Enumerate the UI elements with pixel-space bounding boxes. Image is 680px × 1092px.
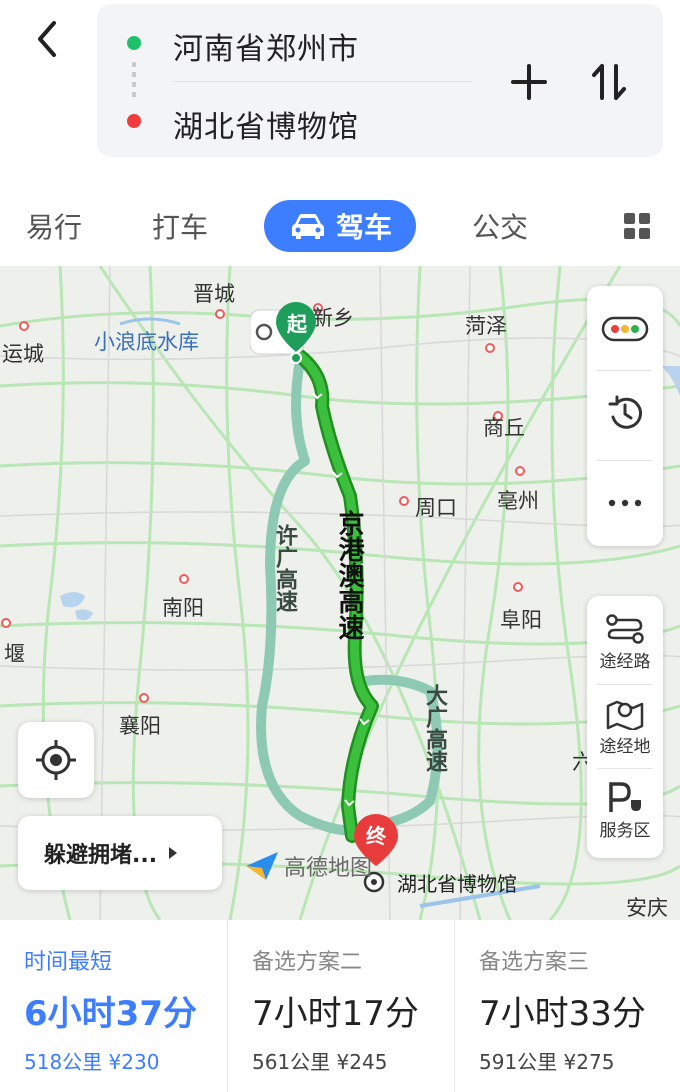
- swap-route-button[interactable]: [587, 60, 631, 104]
- route-card: 河南省郑州市 湖北省博物馆: [97, 4, 663, 157]
- avoid-congestion-label: 躲避拥堵...: [44, 843, 158, 868]
- traffic-toggle-button[interactable]: [587, 294, 663, 364]
- city-label: 阜阳: [500, 608, 542, 632]
- plan-time: 7小时33分: [479, 994, 646, 1034]
- city-label: 周口: [415, 496, 457, 520]
- service-area-label: 服务区: [599, 820, 651, 841]
- end-marker-label: 终: [366, 824, 386, 848]
- alt-road-label: 许广高速: [272, 524, 297, 612]
- start-marker-label: 起: [287, 312, 307, 336]
- back-button[interactable]: [22, 14, 72, 64]
- amap-watermark: 高德地图: [244, 850, 372, 882]
- city-label: 南阳: [162, 596, 204, 620]
- tab-drive-label: 驾车: [335, 211, 392, 244]
- plan-name: 时间最短: [24, 950, 113, 975]
- plan-time: 7小时17分: [252, 994, 419, 1034]
- add-waypoint-button[interactable]: [507, 60, 551, 104]
- history-button[interactable]: [587, 378, 663, 448]
- city-label: 菏泽: [465, 314, 507, 338]
- more-modes-button[interactable]: [622, 200, 652, 252]
- locate-button[interactable]: [18, 722, 94, 798]
- via-place-label: 途经地: [599, 736, 651, 757]
- plan-name: 备选方案二: [252, 950, 363, 975]
- city-label: 安庆: [626, 896, 668, 920]
- route-connector: [132, 62, 136, 100]
- plus-icon: [511, 64, 547, 100]
- panel-divider: [597, 460, 653, 461]
- reservoir: [119, 317, 181, 326]
- map-view[interactable]: 晋城 新乡 菏泽 小浪底水库 运城 商丘 周口 亳州 南阳 阜阳 堰 襄阳 六 …: [0, 266, 680, 920]
- via-road-icon: [606, 613, 644, 644]
- chevron-left-icon: [38, 21, 56, 57]
- start-dot-icon: [127, 36, 141, 50]
- traffic-light-icon: [601, 316, 649, 342]
- city-label: 小浪底水库: [94, 330, 199, 354]
- route-plan-alt-2[interactable]: 备选方案二 7小时17分 561公里 ¥245: [227, 920, 453, 1092]
- plan-name: 备选方案三: [479, 950, 590, 975]
- car-icon: [291, 214, 324, 239]
- route-plan-fastest[interactable]: 时间最短 6小时37分 518公里 ¥230: [0, 920, 226, 1092]
- city-label: 亳州: [497, 489, 539, 513]
- swap-icon: [592, 64, 626, 100]
- main-road-label: 京港澳高速: [334, 510, 364, 640]
- lake: [75, 609, 93, 621]
- end-dot-icon: [127, 114, 141, 128]
- start-marker[interactable]: 起: [249, 300, 320, 364]
- tab-taxi[interactable]: 打车: [152, 200, 208, 252]
- grid-icon: [624, 213, 650, 239]
- caret-right-icon: [169, 847, 178, 859]
- city-label: 襄阳: [119, 714, 161, 738]
- city-label: 晋城: [193, 282, 235, 306]
- lake: [60, 592, 85, 608]
- route-header: 河南省郑州市 湖北省博物馆: [0, 0, 680, 190]
- destination-map-label: 湖北省博物馆: [397, 872, 517, 896]
- route-plan-alt-3[interactable]: 备选方案三 7小时33分 591公里 ¥275: [454, 920, 680, 1092]
- watermark-text: 高德地图: [284, 856, 373, 881]
- panel-divider: [597, 768, 653, 769]
- amap-logo-icon: [246, 852, 278, 880]
- lake: [660, 366, 680, 396]
- crosshair-icon: [36, 740, 76, 780]
- route-tools-panel: 途经路 途经地 服务区: [587, 596, 663, 858]
- plan-meta: 518公里 ¥230: [24, 1050, 160, 1074]
- more-options-button[interactable]: [587, 468, 663, 538]
- tab-easy-travel[interactable]: 易行: [26, 200, 82, 252]
- city-label: 运城: [2, 342, 44, 366]
- via-road-label: 途经路: [599, 651, 651, 672]
- parking-coffee-icon: [609, 781, 641, 812]
- transport-mode-tabs: 易行 打车 驾车 公交: [0, 186, 680, 266]
- city-label: 堰: [4, 642, 25, 666]
- clock-history-icon: [608, 395, 642, 429]
- tab-bus[interactable]: 公交: [472, 200, 528, 252]
- city-label: 商丘: [483, 416, 525, 440]
- via-place-button[interactable]: 途经地: [587, 688, 663, 764]
- panel-divider: [597, 370, 653, 371]
- destination-input[interactable]: 湖北省博物馆: [173, 102, 359, 146]
- route-plans: 时间最短 6小时37分 518公里 ¥230 备选方案二 7小时17分 561公…: [0, 920, 680, 1092]
- avoid-congestion-button[interactable]: 躲避拥堵...: [18, 816, 222, 890]
- via-road-button[interactable]: 途经路: [587, 604, 663, 680]
- plan-time: 6小时37分: [24, 994, 197, 1034]
- plan-meta: 561公里 ¥245: [252, 1050, 388, 1074]
- map-pin-icon: [606, 700, 644, 730]
- tab-drive[interactable]: 驾车: [264, 200, 416, 252]
- origin-input[interactable]: 河南省郑州市: [173, 24, 359, 68]
- route-divider: [173, 81, 473, 82]
- service-area-button[interactable]: 服务区: [587, 772, 663, 848]
- alt-road-label: 大广高速: [422, 684, 447, 772]
- map-tools-panel: [587, 286, 663, 546]
- more-dots-icon: [608, 499, 642, 507]
- plan-meta: 591公里 ¥275: [479, 1050, 615, 1074]
- panel-divider: [597, 684, 653, 685]
